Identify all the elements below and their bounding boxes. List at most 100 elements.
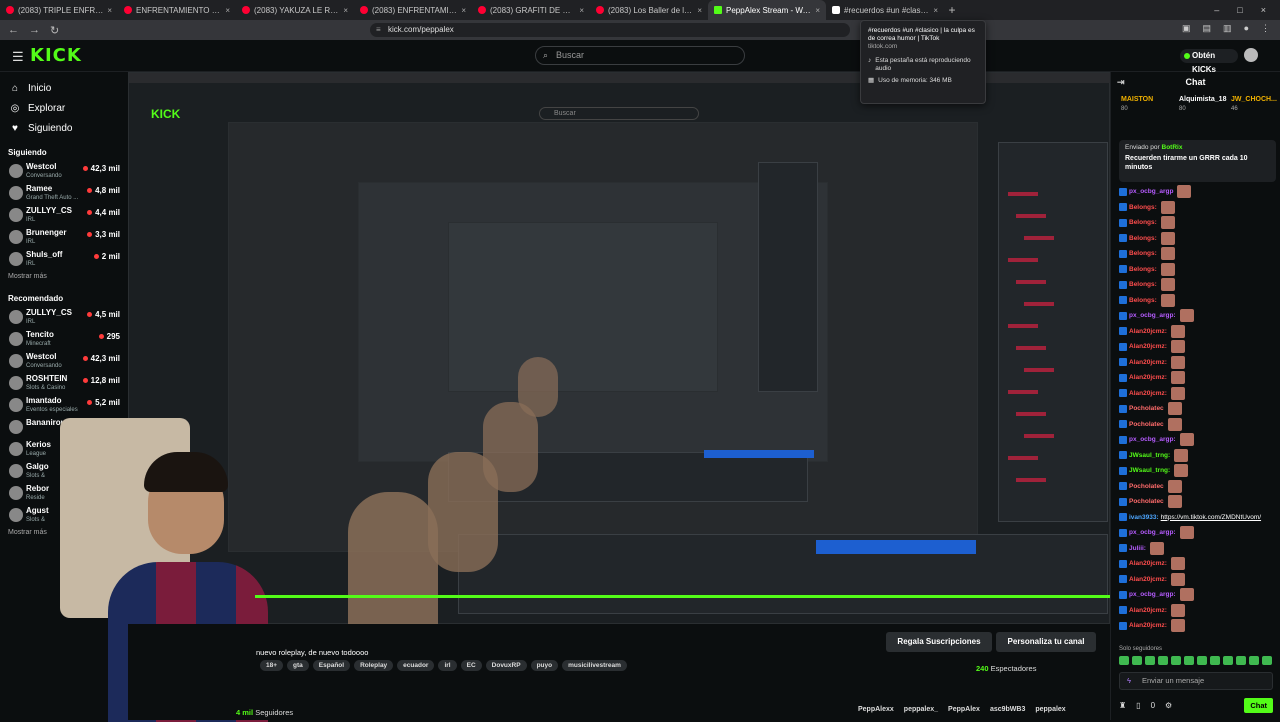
chat-username[interactable]: Juliii:	[1129, 541, 1146, 557]
chat-username[interactable]: Pocholatec	[1129, 494, 1164, 510]
social-link[interactable]: PeppAlexx	[858, 706, 894, 713]
url-field[interactable]: ≡ kick.com/peppalex	[370, 23, 850, 37]
video-progress-bar[interactable]	[255, 595, 1110, 598]
channel-item[interactable]: ROSHTEIN Slots & Casino 12,8 mil	[0, 372, 128, 394]
gift-icon[interactable]: ♜	[1119, 701, 1126, 710]
channel-item[interactable]: Shuls_off IRL 2 mil	[0, 248, 128, 270]
chat-settings-icon[interactable]: ⚙	[1165, 701, 1172, 710]
chat-username[interactable]: Alan20jcmz:	[1129, 370, 1167, 386]
chat-username[interactable]: ivan3933:	[1129, 510, 1159, 526]
chat-username[interactable]: Belongs:	[1129, 293, 1157, 309]
browser-tab[interactable]: (2083) TRIPLE ENFRENTAMIENTO NA ×	[0, 0, 118, 20]
browser-tab[interactable]: PeppAlex Stream - Watch Live o ×	[708, 0, 826, 20]
chat-username[interactable]: px_ocbg_argp:	[1129, 525, 1176, 541]
close-tab-icon[interactable]: ×	[225, 6, 230, 15]
chat-username[interactable]: Alan20jcmz:	[1129, 603, 1167, 619]
nav-siguiendo[interactable]: ♥ Siguiendo	[0, 118, 128, 138]
user-avatar[interactable]	[1244, 48, 1258, 62]
chat-username[interactable]: Pocholatec	[1129, 401, 1164, 417]
close-tab-icon[interactable]: ×	[697, 6, 702, 15]
emote-icon[interactable]	[1197, 656, 1207, 665]
browser-tab[interactable]: (2083) YAKUZA LE ROBAN A TEO Y S ×	[236, 0, 354, 20]
customize-channel-button[interactable]: Personaliza tu canal	[996, 632, 1096, 652]
emote-icon[interactable]	[1132, 656, 1142, 665]
back-icon[interactable]: ←	[8, 24, 19, 36]
stream-tag[interactable]: EC	[460, 660, 482, 671]
chat-link[interactable]: https://vm.tiktok.com/ZMDNtUvom/	[1161, 510, 1261, 526]
browser-tab[interactable]: (2083) GRAFITI DE GUERRA NAMELE ×	[472, 0, 590, 20]
emote-icon[interactable]	[1184, 656, 1194, 665]
stream-tag[interactable]: ecuador	[397, 660, 435, 671]
emote-icon[interactable]	[1249, 656, 1259, 665]
social-link[interactable]: PeppAlex	[948, 706, 980, 713]
stream-tag[interactable]: DovuxRP	[485, 660, 527, 671]
emote-icon[interactable]	[1145, 656, 1155, 665]
nav-explorar[interactable]: ◎ Explorar	[0, 98, 128, 118]
social-link[interactable]: peppalex_	[904, 706, 938, 713]
gift-subs-button[interactable]: Regala Suscripciones	[886, 632, 992, 652]
reload-icon[interactable]: ↻	[50, 24, 59, 37]
channel-item[interactable]: Westcol Conversando 42,3 mil	[0, 350, 128, 372]
collapse-chat-icon[interactable]: ⇥	[1117, 72, 1125, 92]
chat-username[interactable]: px_ocbg_argp	[1129, 184, 1173, 200]
stream-tag[interactable]: musicilivestream	[562, 660, 627, 671]
chat-username[interactable]: Alan20jcmz:	[1129, 556, 1167, 572]
chat-username[interactable]: JWsaul_trng:	[1129, 463, 1170, 479]
profile-icon[interactable]: ●	[1244, 23, 1249, 34]
emote-icon[interactable]	[1262, 656, 1272, 665]
kick-logo[interactable]: KICK	[30, 45, 82, 66]
stream-tag[interactable]: gta	[287, 660, 309, 671]
forward-icon[interactable]: →	[29, 24, 40, 36]
browser-tab[interactable]: #recuerdos #un #clasico | la×	[826, 0, 944, 20]
search-input[interactable]: ⌕ Buscar	[535, 46, 745, 65]
get-kicks-button[interactable]: Obtén KICKs	[1180, 49, 1238, 74]
chat-username[interactable]: Alan20jcmz:	[1129, 618, 1167, 634]
chat-username[interactable]: Belongs:	[1129, 246, 1157, 262]
stream-tag[interactable]: irl	[438, 660, 457, 671]
close-tab-icon[interactable]: ×	[933, 6, 938, 15]
social-link[interactable]: asc9bWB3	[990, 706, 1025, 713]
menu-dots-icon[interactable]: ⋮	[1261, 23, 1270, 34]
chat-username[interactable]: Belongs:	[1129, 200, 1157, 216]
chat-input[interactable]: ϟ Enviar un mensaje	[1119, 672, 1273, 690]
chat-username[interactable]: Alan20jcmz:	[1129, 324, 1167, 340]
social-link[interactable]: peppalex	[1035, 706, 1065, 713]
emote-icon[interactable]	[1223, 656, 1233, 665]
channel-item[interactable]: Brunenger IRL 3,3 mil	[0, 226, 128, 248]
channel-item[interactable]: Ramee Grand Theft Auto ... 4,8 mil	[0, 182, 128, 204]
cast-icon[interactable]: ▤	[1203, 23, 1212, 34]
hamburger-icon[interactable]: ☰	[12, 49, 24, 65]
chat-username[interactable]: JWsaul_trng:	[1129, 448, 1170, 464]
emote-icon[interactable]	[1210, 656, 1220, 665]
chat-username[interactable]: Belongs:	[1129, 231, 1157, 247]
chat-username[interactable]: Belongs:	[1129, 215, 1157, 231]
maximize-icon[interactable]: □	[1237, 5, 1242, 15]
emote-icon[interactable]	[1236, 656, 1246, 665]
emote-icon[interactable]	[1119, 656, 1129, 665]
close-tab-icon[interactable]: ×	[461, 6, 466, 15]
kicks-icon[interactable]: ▯	[1136, 701, 1140, 710]
site-info-icon[interactable]: ≡	[376, 23, 381, 37]
chat-username[interactable]: px_ocbg_argp:	[1129, 587, 1176, 603]
close-tab-icon[interactable]: ×	[815, 6, 820, 15]
stream-tag[interactable]: 18+	[260, 660, 284, 671]
channel-item[interactable]: Westcol Conversando 42,3 mil	[0, 160, 128, 182]
close-tab-icon[interactable]: ×	[579, 6, 584, 15]
chat-username[interactable]: px_ocbg_argp:	[1129, 432, 1176, 448]
nav-inicio[interactable]: ⌂ Inicio	[0, 78, 128, 98]
chat-username[interactable]: Pocholatec	[1129, 479, 1164, 495]
chat-username[interactable]: px_ocbg_argp:	[1129, 308, 1176, 324]
chat-username[interactable]: Alan20jcmz:	[1129, 339, 1167, 355]
stream-tag[interactable]: Roleplay	[354, 660, 394, 671]
extension-icon[interactable]: ▣	[1182, 23, 1191, 34]
chat-username[interactable]: Belongs:	[1129, 277, 1157, 293]
chat-username[interactable]: Alan20jcmz:	[1129, 386, 1167, 402]
channel-item[interactable]: Tencito Minecraft 295	[0, 328, 128, 350]
emote-icon[interactable]	[1171, 656, 1181, 665]
channel-item[interactable]: ZULLYY_CS IRL 4,4 mil	[0, 204, 128, 226]
close-window-icon[interactable]: ×	[1261, 5, 1266, 15]
channel-item[interactable]: ZULLYY_CS IRL 4,5 mil	[0, 306, 128, 328]
stream-tag[interactable]: puyo	[530, 660, 559, 671]
chat-username[interactable]: Alan20jcmz:	[1129, 572, 1167, 588]
stream-tag[interactable]: Español	[312, 660, 351, 671]
